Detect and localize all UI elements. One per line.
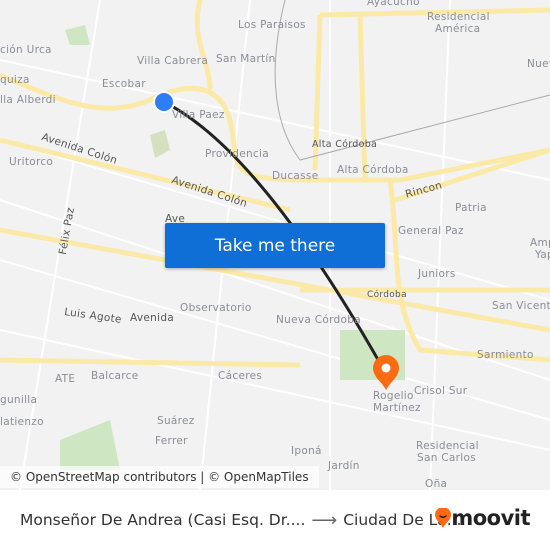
map-label: Suárez <box>157 415 195 427</box>
take-me-there-button[interactable]: Take me there <box>165 223 385 268</box>
map-label: Ayacucho <box>367 0 420 8</box>
map-label: San Carlos <box>417 452 476 464</box>
map-label: Uritorco <box>9 156 54 168</box>
map-label: Jardín <box>328 460 360 472</box>
map-attribution[interactable]: © OpenStreetMap contributors | © OpenMap… <box>0 466 319 488</box>
map-label: Patria <box>455 202 487 214</box>
moovit-logo: moovit <box>435 506 530 530</box>
map-label: Villa Paez <box>172 109 225 121</box>
map-label: latienzo <box>0 416 44 428</box>
origin-name: Monseñor De Andrea (Casi Esq. Dr.... <box>20 511 306 529</box>
map-label: General Paz <box>398 225 464 237</box>
map-label: Villa Cabrera <box>137 55 209 67</box>
map-label: Ferrer <box>155 435 188 447</box>
map[interactable]: ción Urca quiza lla Alberdi Escobar Vill… <box>0 0 550 490</box>
map-label: gunilla <box>0 394 38 406</box>
map-label: Los Paraisos <box>238 19 306 31</box>
map-label: Sarmiento <box>477 349 534 361</box>
map-label: Rogelio <box>373 390 414 402</box>
arrow-right-icon: ⟶ <box>311 509 338 531</box>
map-label: Providencia <box>205 148 269 160</box>
map-label: Residencial <box>416 440 479 452</box>
map-label: Cáceres <box>218 370 263 382</box>
map-label: Alta Córdoba <box>337 164 409 176</box>
map-label: Martínez <box>373 402 421 414</box>
map-label: Nueva Córdoba <box>276 314 361 326</box>
map-pin-icon <box>373 355 399 390</box>
map-label: Escobar <box>102 78 146 90</box>
brand-name: moovit <box>451 506 530 530</box>
map-label: San Vicente <box>492 300 550 312</box>
map-label: ATE <box>55 373 76 385</box>
map-label: América <box>435 23 481 35</box>
map-label: Juniors <box>418 268 456 280</box>
map-label: Iponá <box>291 445 322 457</box>
map-label: Alta Córdoba <box>312 139 378 150</box>
map-label: Ampl <box>530 237 550 249</box>
map-label: Crisol Sur <box>414 385 468 397</box>
map-label: quiza <box>0 74 30 86</box>
map-label: Balcarce <box>91 370 139 382</box>
moovit-pin-icon <box>435 508 452 528</box>
map-label: lla Alberdi <box>0 94 56 106</box>
map-label: Residencial <box>427 11 490 23</box>
map-label: San Martín <box>216 53 276 65</box>
map-label: Yap <box>535 249 550 261</box>
origin-dot-icon <box>153 91 175 113</box>
map-label: Oña <box>425 478 448 490</box>
map-label: Avenida <box>130 312 175 324</box>
map-label: Observatorio <box>180 302 252 314</box>
map-label: Nuev <box>527 58 550 70</box>
map-label: Ducasse <box>272 170 319 182</box>
map-label: ción Urca <box>0 44 52 56</box>
map-label: Córdoba <box>367 290 407 300</box>
